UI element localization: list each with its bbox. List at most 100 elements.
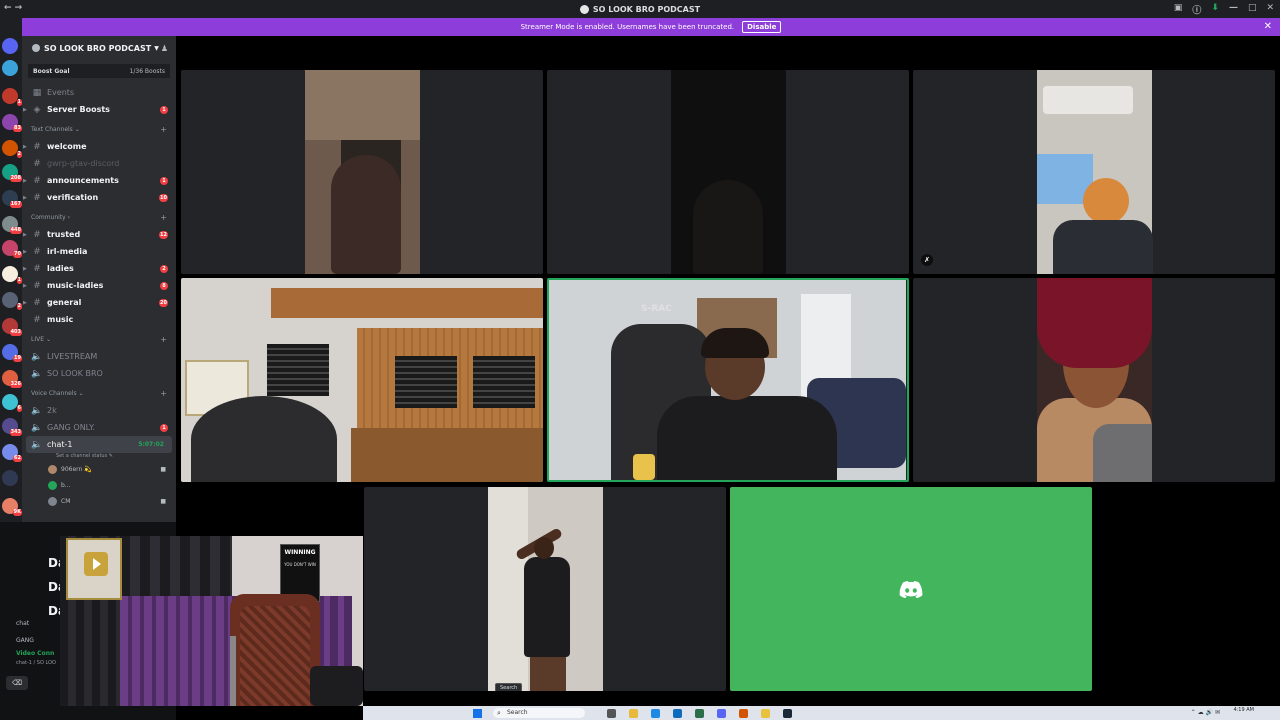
server-icon[interactable]: 9K <box>2 498 22 516</box>
voice-channel-chat-1[interactable]: 🔈 chat-1 5:07:02 <box>26 436 172 453</box>
hash-icon: # <box>33 314 41 325</box>
app-icon[interactable] <box>739 709 748 718</box>
server-icon[interactable]: 343 <box>2 418 22 436</box>
server-icon[interactable]: 1 <box>2 88 22 106</box>
server-icon[interactable]: 62 <box>2 444 22 462</box>
inbox-icon[interactable]: ▣ <box>1174 3 1183 16</box>
server-icon[interactable]: 2 <box>2 140 22 158</box>
windows-start-icon[interactable] <box>473 709 482 718</box>
discord-window: ← → SO LOOK BRO PODCAST ▣ ⓘ ⬇ — □ ✕ Stre… <box>0 0 1280 720</box>
hash-icon: # <box>33 246 41 257</box>
chevron-right-icon: › <box>67 214 71 221</box>
close-icon[interactable]: ✕ <box>1266 3 1274 16</box>
voice-channel-2k[interactable]: 🔈 2k <box>22 402 176 419</box>
mention-badge: 1 <box>160 176 168 185</box>
maximize-icon[interactable]: □ <box>1248 3 1257 16</box>
hash-icon: # <box>33 141 41 152</box>
steam-icon[interactable] <box>783 709 792 718</box>
voice-channel-gang-only[interactable]: 🔈 GANG ONLY. 1 <box>22 419 176 436</box>
channel-announcements[interactable]: ▶ # announcements 1 <box>22 172 176 189</box>
voice-user[interactable]: CM ■ <box>22 493 176 509</box>
minimize-icon[interactable]: — <box>1229 3 1238 16</box>
category-text-channels[interactable]: Text Channels ⌄ + <box>22 121 176 138</box>
video-tile[interactable]: Search <box>364 487 726 691</box>
server-icon[interactable]: 19 <box>2 344 22 362</box>
mail-icon[interactable] <box>673 709 682 718</box>
category-community[interactable]: Community › + <box>22 209 176 226</box>
unread-dot-icon: ▶ <box>23 248 27 255</box>
channel-ladies[interactable]: ▶ # ladies 2 <box>22 260 176 277</box>
channel-irl-media[interactable]: ▶ # irl-media <box>22 243 176 260</box>
invite-icon[interactable]: ♟ <box>161 44 168 53</box>
disable-streamer-mode-button[interactable]: Disable <box>742 21 782 33</box>
video-tile[interactable] <box>181 70 543 274</box>
video-tile[interactable]: ✗ <box>913 70 1275 274</box>
server-icon[interactable] <box>2 470 18 486</box>
system-tray[interactable]: ⌃ ☁ 🔊 ✉ <box>1191 709 1220 716</box>
voice-channel-so-look-bro[interactable]: 🔈 SO LOOK BRO <box>22 365 176 382</box>
channel-general[interactable]: ▶ # general 20 <box>22 294 176 311</box>
channel-trusted[interactable]: ▶ # trusted 12 <box>22 226 176 243</box>
server-icon[interactable]: 6 <box>2 394 22 412</box>
voice-user[interactable]: b... <box>22 477 176 493</box>
server-icon[interactable] <box>2 38 18 54</box>
add-channel-icon[interactable]: + <box>160 213 167 222</box>
edge-icon[interactable] <box>651 709 660 718</box>
channel-welcome[interactable]: ▶ # welcome <box>22 138 176 155</box>
video-off-icon[interactable]: ⌫ <box>6 676 28 690</box>
server-icon[interactable]: 326 <box>2 370 22 388</box>
muted-icon: ✗ <box>921 254 933 266</box>
mention-badge: 8 <box>160 281 168 290</box>
video-tile-no-camera[interactable] <box>730 487 1092 691</box>
video-tile[interactable] <box>547 70 909 274</box>
boost-goal[interactable]: Boost Goal 1/36 Boosts <box>28 64 170 78</box>
download-icon[interactable]: ⬇ <box>1211 3 1219 16</box>
voice-channel-livestream[interactable]: 🔈 LIVESTREAM <box>22 348 176 365</box>
unread-dot-icon: ▶ <box>23 143 27 150</box>
channel-verification[interactable]: ▶ # verification 10 <box>22 189 176 206</box>
play-icon <box>84 552 108 576</box>
app-icon[interactable] <box>761 709 770 718</box>
add-channel-icon[interactable]: + <box>160 335 167 344</box>
add-channel-icon[interactable]: + <box>160 389 167 398</box>
server-header[interactable]: SO LOOK BRO PODCAST ▼ ♟ <box>22 36 176 60</box>
unread-dot-icon: ▶ <box>23 282 27 289</box>
server-icon[interactable]: 83 <box>2 114 22 132</box>
server-icon[interactable]: 1 <box>2 266 22 284</box>
category-live[interactable]: LIVE ⌄ + <box>22 331 176 348</box>
task-view-icon[interactable] <box>607 709 616 718</box>
video-tile-speaking[interactable]: S-RAC <box>547 278 909 482</box>
server-icon[interactable] <box>2 60 18 76</box>
server-icon[interactable]: 448 <box>2 216 22 234</box>
video-tile[interactable] <box>913 278 1275 482</box>
server-boosts-item[interactable]: ▶ ◈ Server Boosts 1 <box>22 101 176 118</box>
server-icon[interactable]: 208 <box>2 164 22 182</box>
discord-taskbar-icon[interactable] <box>717 709 726 718</box>
server-icon[interactable]: 167 <box>2 190 22 208</box>
voice-connected-channel: chat-1 / SO LOO <box>16 660 56 666</box>
channel-music[interactable]: # music <box>22 311 176 328</box>
chevron-down-icon: ⌄ <box>78 390 84 397</box>
help-icon[interactable]: ⓘ <box>1192 3 1201 16</box>
events-item[interactable]: ▦ Events <box>22 84 176 101</box>
category-voice-channels[interactable]: Voice Channels ⌄ + <box>22 385 176 402</box>
mention-badge: 2 <box>160 264 168 273</box>
video-tile[interactable] <box>181 278 543 482</box>
server-icon[interactable]: 70 <box>2 240 22 258</box>
xbox-icon[interactable] <box>695 709 704 718</box>
back-arrow-icon[interactable]: ← → <box>4 3 22 13</box>
add-channel-icon[interactable]: + <box>160 125 167 134</box>
discord-logo-icon <box>899 581 923 598</box>
set-channel-status[interactable]: Set a channel status ✎ <box>22 453 176 461</box>
boost-goal-label: Boost Goal <box>33 67 70 75</box>
channel-music-ladies[interactable]: ▶ # music-ladies 8 <box>22 277 176 294</box>
voice-user[interactable]: 906ern 💫 ■ <box>22 461 176 477</box>
banner-text: Streamer Mode is enabled. Usernames have… <box>520 23 735 31</box>
server-icon[interactable]: 403 <box>2 318 22 336</box>
channel-gwrp-gtav-discord[interactable]: # gwrp-gtav-discord <box>22 155 176 172</box>
banner-close-icon[interactable]: ✕ <box>1264 21 1272 32</box>
taskbar-search[interactable]: Search <box>493 708 585 718</box>
server-icon[interactable]: 2 <box>2 292 22 310</box>
speaker-icon: 🔈 <box>31 439 43 450</box>
file-explorer-icon[interactable] <box>629 709 638 718</box>
